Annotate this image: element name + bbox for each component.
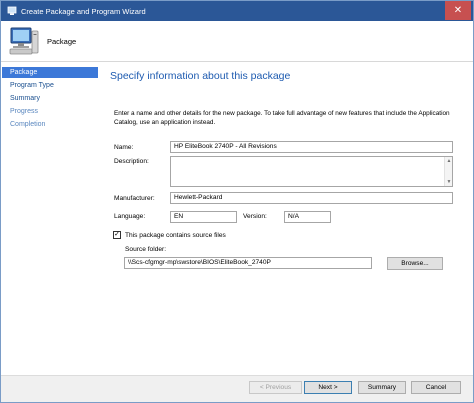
description-label: Description: <box>114 158 149 165</box>
title-bar[interactable]: Create Package and Program Wizard ✕ <box>1 1 473 21</box>
instructions-text: Enter a name and other details for the n… <box>114 110 450 126</box>
description-field[interactable]: ▲ ▼ <box>170 156 453 187</box>
source-folder-field[interactable]: \\Scs-cfgmgr-mp\swstore\BIOS\EliteBook_2… <box>124 257 372 269</box>
scroll-down-icon[interactable]: ▼ <box>446 179 452 185</box>
source-files-checkbox[interactable]: ✓ <box>113 231 121 239</box>
browse-button[interactable]: Browse... <box>387 257 443 270</box>
manufacturer-label: Manufacturer: <box>114 195 155 202</box>
sidebar-item-program-type[interactable]: Program Type <box>2 80 98 91</box>
wizard-header: Package <box>1 21 473 62</box>
sidebar-item-progress: Progress <box>10 108 39 115</box>
computer-package-icon <box>9 27 39 55</box>
sidebar-item-summary[interactable]: Summary <box>2 93 98 104</box>
wizard-window: Create Package and Program Wizard ✕ Pack… <box>0 0 474 403</box>
version-field[interactable]: N/A <box>284 211 331 223</box>
source-files-checkbox-label[interactable]: This package contains source files <box>125 232 226 239</box>
version-label: Version: <box>243 213 267 220</box>
name-label: Name: <box>114 144 134 151</box>
manufacturer-field[interactable]: Hewlett-Packard <box>170 192 453 204</box>
description-scrollbar[interactable]: ▲ ▼ <box>444 157 452 186</box>
scroll-up-icon[interactable]: ▲ <box>446 158 452 164</box>
language-field[interactable]: EN <box>170 211 237 223</box>
sidebar-item-completion: Completion <box>10 121 46 128</box>
wizard-app-icon <box>7 6 17 15</box>
close-button[interactable]: ✕ <box>445 1 471 20</box>
window-title: Create Package and Program Wizard <box>21 7 146 16</box>
language-label: Language: <box>114 213 146 220</box>
main-content: Specify information about this package E… <box>101 63 473 375</box>
sidebar-item-package[interactable]: Package <box>2 67 98 78</box>
name-field[interactable]: HP EliteBook 2740P - All Revisions <box>170 141 453 153</box>
cancel-button[interactable]: Cancel <box>411 381 461 394</box>
previous-button[interactable]: < Previous <box>249 381 302 394</box>
source-folder-label: Source folder: <box>125 246 167 253</box>
wizard-steps-sidebar: Package Program Type Summary Progress Co… <box>1 63 101 375</box>
next-button[interactable]: Next > <box>304 381 352 394</box>
header-title: Package <box>47 37 77 46</box>
summary-button[interactable]: Summary <box>358 381 406 394</box>
page-title: Specify information about this package <box>110 70 291 82</box>
wizard-footer: < Previous Next > Summary Cancel <box>1 375 473 402</box>
